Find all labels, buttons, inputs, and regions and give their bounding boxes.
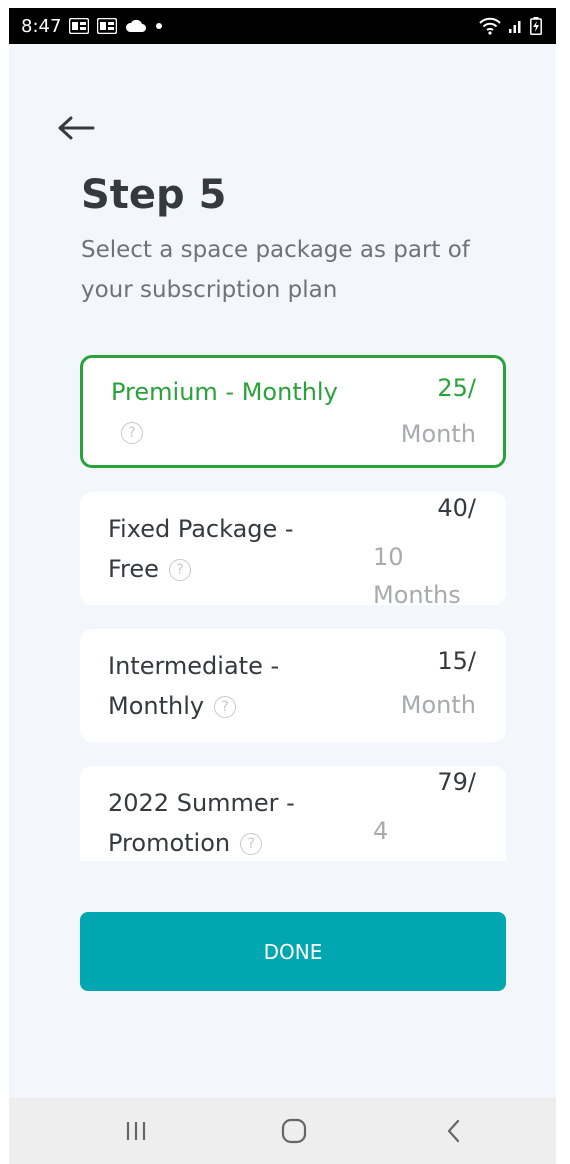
package-period: Month (400, 691, 476, 719)
home-icon[interactable] (274, 1116, 314, 1146)
package-name-wrapper: Intermediate - Monthly? (108, 646, 343, 726)
outlook-icon (69, 18, 90, 34)
package-name-wrapper: Premium - Monthly? (111, 372, 346, 452)
package-card-intermediate-monthly[interactable]: Intermediate - Monthly? 15/ Month (80, 629, 506, 742)
page-subtitle: Select a space package as part of your s… (81, 237, 470, 303)
help-icon[interactable]: ? (214, 696, 237, 718)
package-name-wrapper: Fixed Package - Free? (108, 509, 343, 589)
help-icon[interactable]: ? (168, 559, 191, 581)
package-price: 79/ (437, 768, 476, 796)
app-screen: Step 5 Select a space package as part of… (9, 44, 556, 1098)
help-icon[interactable]: ? (121, 422, 143, 444)
package-name-wrapper: 2022 Summer - Promotion? (108, 783, 343, 861)
status-time: 8:47 (21, 15, 62, 37)
phone-frame: 8:47 Step 5 Select a space package as pa… (0, 0, 570, 1164)
package-name: Intermediate - Monthly (108, 652, 280, 720)
done-button[interactable]: DONE (80, 912, 506, 991)
status-left: 8:47 (9, 16, 163, 37)
package-card-premium-monthly[interactable]: Premium - Monthly? 25/ Month (80, 355, 506, 468)
package-name: 2022 Summer - Promotion (108, 789, 295, 857)
cloud-icon (126, 19, 147, 32)
package-period: 4 (373, 817, 389, 845)
status-right (478, 17, 556, 35)
signal-icon (509, 21, 521, 33)
package-card-summer-promotion[interactable]: 2022 Summer - Promotion? 79/ 4 (80, 766, 506, 861)
package-name: Fixed Package - Free (108, 515, 294, 583)
outlook-icon (97, 18, 118, 34)
recent-apps-icon[interactable] (116, 1116, 156, 1146)
status-bar: 8:47 (9, 8, 556, 44)
arrow-left-icon[interactable] (55, 116, 95, 140)
package-period: 10 Months (373, 543, 461, 605)
package-price: 15/ (437, 647, 476, 675)
wifi-icon (479, 17, 501, 35)
dot-icon (156, 23, 163, 29)
page-title: Step 5 (81, 172, 227, 218)
package-card-fixed-free[interactable]: Fixed Package - Free? 40/ 10 Months (80, 492, 506, 605)
system-nav-bar (9, 1098, 556, 1164)
package-name: Premium - Monthly (111, 378, 338, 406)
package-price: 40/ (437, 494, 476, 522)
battery-charging-icon (530, 17, 542, 35)
package-period: Month (400, 420, 476, 448)
back-icon[interactable] (434, 1116, 474, 1146)
package-list[interactable]: Premium - Monthly? 25/ Month Fixed Packa… (80, 355, 506, 861)
help-icon[interactable]: ? (240, 833, 263, 855)
package-price: 25/ (437, 374, 476, 402)
